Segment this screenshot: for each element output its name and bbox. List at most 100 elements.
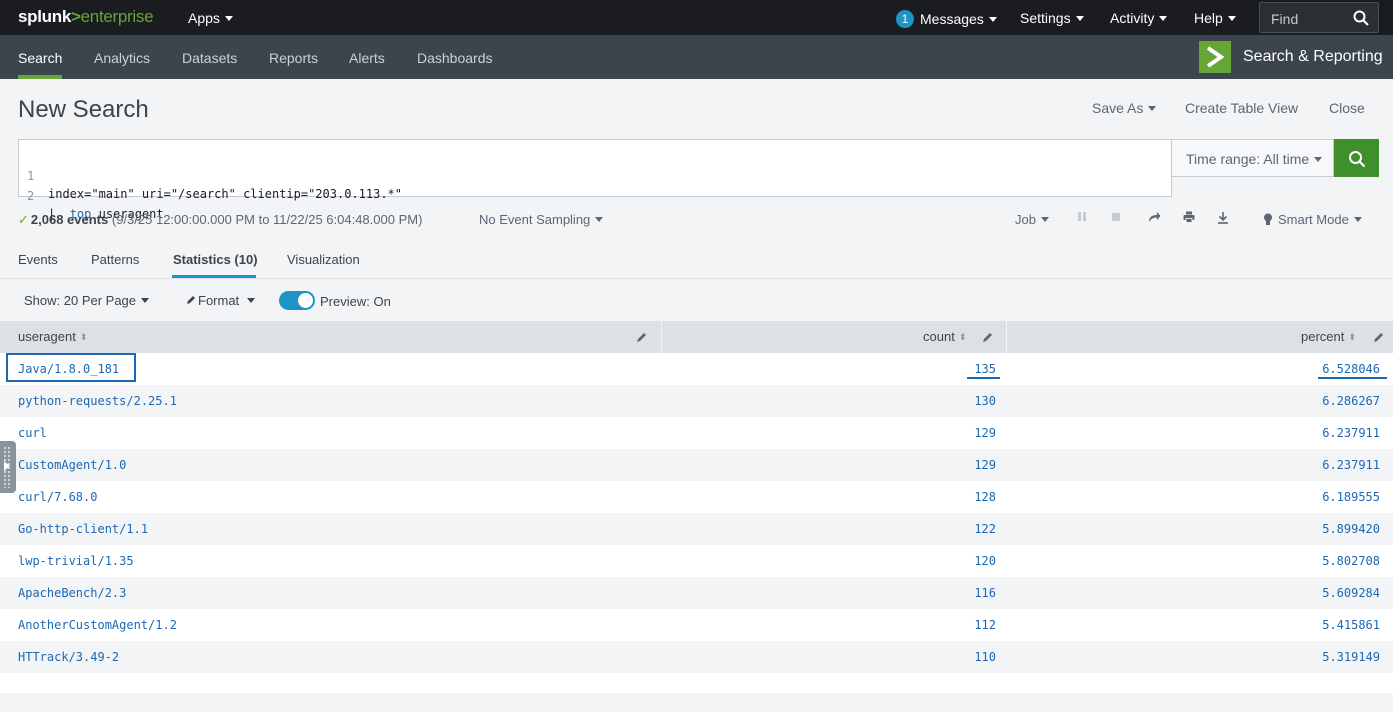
- preview-toggle[interactable]: [279, 291, 315, 310]
- cell-useragent[interactable]: Go-http-client/1.1: [18, 513, 148, 545]
- time-range-label: Time range: All time: [1186, 151, 1310, 167]
- tab-patterns[interactable]: Patterns: [91, 252, 139, 267]
- nav-tab-analytics[interactable]: Analytics: [94, 50, 150, 66]
- nav-tab-alerts[interactable]: Alerts: [349, 50, 385, 66]
- edit-column-icon[interactable]: [1373, 331, 1385, 343]
- cell-count[interactable]: 110: [900, 641, 996, 673]
- preview-label: Preview: On: [320, 294, 391, 309]
- tab-statistics[interactable]: Statistics (10): [173, 252, 258, 267]
- cell-percent[interactable]: 6.189555: [1250, 481, 1380, 513]
- find-placeholder: Find: [1271, 11, 1299, 27]
- pause-icon[interactable]: [1075, 211, 1089, 225]
- nav-tab-reports[interactable]: Reports: [269, 50, 318, 66]
- cell-useragent[interactable]: HTTrack/3.49-2: [18, 641, 119, 673]
- tab-visualization[interactable]: Visualization: [287, 252, 360, 267]
- table-row: lwp-trivial/1.35 120 5.802708: [0, 545, 1393, 577]
- create-table-view-button[interactable]: Create Table View: [1185, 100, 1298, 116]
- find-input[interactable]: Find: [1259, 2, 1379, 33]
- edit-column-icon[interactable]: [636, 331, 648, 343]
- column-label: count: [923, 329, 955, 344]
- cell-useragent[interactable]: lwp-trivial/1.35: [18, 545, 134, 577]
- caret-down-icon: [1148, 106, 1157, 111]
- cell-useragent[interactable]: AnotherCustomAgent/1.2: [18, 609, 177, 641]
- cell-percent[interactable]: 6.286267: [1250, 385, 1380, 417]
- messages-menu[interactable]: 1 Messages: [896, 10, 997, 28]
- cell-count[interactable]: 129: [900, 417, 996, 449]
- caret-down-icon: [1227, 16, 1236, 21]
- search-icon[interactable]: [1353, 10, 1369, 26]
- nav-tab-datasets[interactable]: Datasets: [182, 50, 237, 66]
- event-count: 2,068 events: [30, 212, 109, 227]
- column-header-percent[interactable]: percent ⬍: [1301, 321, 1356, 353]
- cell-useragent[interactable]: python-requests/2.25.1: [18, 385, 177, 417]
- cell-percent[interactable]: 6.237911: [1250, 449, 1380, 481]
- apps-menu[interactable]: Apps: [188, 10, 233, 26]
- cell-count[interactable]: 112: [900, 609, 996, 641]
- logo-separator: >: [71, 7, 81, 26]
- caret-down-icon: [595, 217, 604, 222]
- export-icon[interactable]: [1216, 211, 1230, 225]
- table-row: curl 129 6.237911: [0, 417, 1393, 449]
- activity-menu[interactable]: Activity: [1110, 10, 1168, 26]
- column-header-useragent[interactable]: useragent ⬍: [18, 321, 87, 353]
- cell-count[interactable]: 122: [900, 513, 996, 545]
- help-menu[interactable]: Help: [1194, 10, 1236, 26]
- job-menu[interactable]: Job: [1015, 212, 1049, 227]
- event-sampling-label: No Event Sampling: [479, 212, 591, 227]
- caret-down-icon: [1314, 157, 1323, 162]
- caret-down-icon: [1353, 217, 1362, 222]
- cell-percent[interactable]: 6.528046: [1250, 353, 1380, 385]
- event-sampling-menu[interactable]: No Event Sampling: [479, 212, 604, 227]
- cell-count[interactable]: 128: [900, 481, 996, 513]
- cell-useragent[interactable]: curl: [18, 417, 47, 449]
- side-panel-handle[interactable]: [0, 441, 16, 493]
- table-row: curl/7.68.0 128 6.189555: [0, 481, 1393, 513]
- activity-label: Activity: [1110, 10, 1155, 26]
- app-title[interactable]: Search & Reporting: [1243, 48, 1383, 66]
- settings-menu[interactable]: Settings: [1020, 10, 1084, 26]
- expand-arrow-icon: [4, 461, 10, 471]
- time-range-picker[interactable]: Time range: All time: [1172, 139, 1334, 177]
- table-row: python-requests/2.25.1 130 6.286267: [0, 385, 1393, 417]
- cell-percent[interactable]: 5.802708: [1250, 545, 1380, 577]
- share-icon[interactable]: [1147, 211, 1161, 225]
- cell-percent[interactable]: 5.609284: [1250, 577, 1380, 609]
- cell-percent[interactable]: 5.319149: [1250, 641, 1380, 673]
- cell-useragent[interactable]: CustomAgent/1.0: [18, 449, 126, 481]
- tab-events[interactable]: Events: [18, 252, 58, 267]
- cell-useragent[interactable]: ApacheBench/2.3: [18, 577, 126, 609]
- help-label: Help: [1194, 10, 1223, 26]
- save-as-menu[interactable]: Save As: [1092, 100, 1157, 116]
- print-icon[interactable]: [1182, 211, 1196, 225]
- logo-product: enterprise: [80, 7, 154, 26]
- selected-cell-highlight: [6, 353, 136, 382]
- column-header-count[interactable]: count ⬍: [923, 321, 966, 353]
- cell-count[interactable]: 120: [900, 545, 996, 577]
- splunk-logo[interactable]: splunk>enterprise: [18, 7, 154, 27]
- cell-percent[interactable]: 5.415861: [1250, 609, 1380, 641]
- save-as-label: Save As: [1092, 100, 1144, 116]
- cell-count[interactable]: 130: [900, 385, 996, 417]
- edit-column-icon[interactable]: [982, 331, 994, 343]
- cell-count[interactable]: 129: [900, 449, 996, 481]
- table-footer: [0, 673, 1393, 693]
- cell-useragent[interactable]: curl/7.68.0: [18, 481, 97, 513]
- cell-percent[interactable]: 5.899420: [1250, 513, 1380, 545]
- cell-count[interactable]: 116: [900, 577, 996, 609]
- lightbulb-icon: [1264, 213, 1272, 225]
- close-button[interactable]: Close: [1329, 100, 1365, 116]
- search-mode-menu[interactable]: Smart Mode: [1263, 212, 1362, 227]
- settings-label: Settings: [1020, 10, 1071, 26]
- table-row: ApacheBench/2.3 116 5.609284: [0, 577, 1393, 609]
- cell-count[interactable]: 135: [900, 353, 996, 385]
- search-query-editor[interactable]: 1 index="main" uri="/search" clientip="2…: [18, 139, 1172, 221]
- search-button[interactable]: [1334, 139, 1379, 177]
- nav-tab-dashboards[interactable]: Dashboards: [417, 50, 493, 66]
- app-logo-icon[interactable]: [1199, 41, 1231, 73]
- format-menu[interactable]: Format: [186, 293, 256, 308]
- nav-tab-search[interactable]: Search: [18, 50, 62, 66]
- per-page-menu[interactable]: Show: 20 Per Page: [24, 293, 150, 308]
- stop-icon[interactable]: [1109, 211, 1123, 225]
- top-bar: splunk>enterprise Apps 1 Messages Setting…: [0, 0, 1393, 35]
- cell-percent[interactable]: 6.237911: [1250, 417, 1380, 449]
